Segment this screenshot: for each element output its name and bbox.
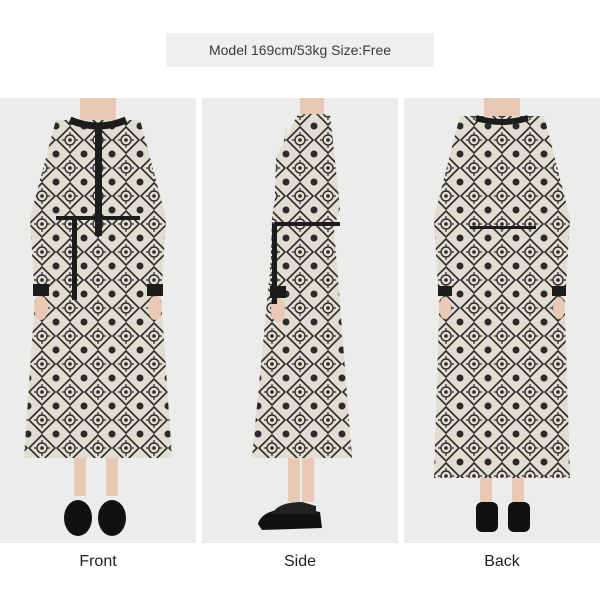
model-info-text: Model 169cm/53kg Size:Free [208,42,392,58]
side-view-photo [202,98,398,543]
side-caption: Side [283,553,317,570]
front-view-photo [0,98,196,543]
front-caption: Front [79,553,117,570]
back-caption: Back [484,553,520,570]
back-view-photo [404,98,600,543]
model-info-badge: Model 169cm/53kg Size:Free [166,33,434,67]
